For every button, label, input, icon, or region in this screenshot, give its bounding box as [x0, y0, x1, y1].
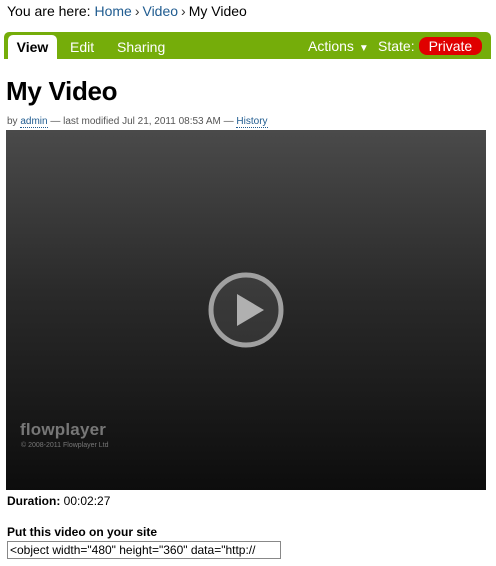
chevron-down-icon: ▼ — [358, 43, 369, 54]
duration-label: Duration: — [7, 494, 61, 508]
play-icon[interactable] — [206, 270, 286, 350]
video-player[interactable]: flowplayer © 2008-2011 Flowplayer Ltd — [6, 130, 486, 490]
player-copyright: © 2008-2011 Flowplayer Ltd — [21, 442, 109, 449]
breadcrumb-prefix: You are here: — [7, 3, 91, 19]
tab-edit[interactable]: Edit — [70, 36, 94, 59]
breadcrumb-video-link[interactable]: Video — [142, 3, 178, 19]
byline-by: by — [7, 116, 18, 127]
actions-menu-label: Actions — [308, 38, 354, 54]
breadcrumb-home-link[interactable]: Home — [94, 3, 131, 19]
chevron-down-icon: ▼ — [383, 63, 393, 74]
duration: Duration: 00:02:27 — [7, 493, 110, 509]
content-toolbar: View Edit Sharing Actions ▼ State: Private… — [4, 32, 491, 74]
author-link[interactable]: admin — [20, 116, 48, 128]
state-menu-label: State: — [378, 38, 415, 54]
last-modified: — last modified Jul 21, 2011 08:53 AM — — [50, 116, 234, 127]
tab-sharing[interactable]: Sharing — [117, 36, 165, 59]
history-link[interactable]: History — [236, 116, 268, 128]
breadcrumb-current: My Video — [188, 3, 247, 19]
actions-menu[interactable]: Actions ▼ — [308, 36, 369, 56]
tab-view[interactable]: View — [8, 35, 57, 59]
embed-label: Put this video on your site — [7, 525, 158, 539]
breadcrumb-separator: › — [181, 3, 186, 19]
duration-value: 00:02:27 — [63, 494, 111, 508]
breadcrumb-separator: › — [134, 3, 140, 19]
status-badge: Private — [418, 37, 483, 55]
flowplayer-logo: flowplayer — [20, 420, 107, 439]
page-title: My Video — [6, 76, 118, 106]
state-menu[interactable]: State: Private ▼ — [378, 36, 491, 74]
breadcrumb: You are here: Home › Video › My Video — [7, 3, 247, 20]
byline: by admin — last modified Jul 21, 2011 08… — [7, 115, 268, 128]
embed-code-field[interactable] — [7, 541, 281, 559]
